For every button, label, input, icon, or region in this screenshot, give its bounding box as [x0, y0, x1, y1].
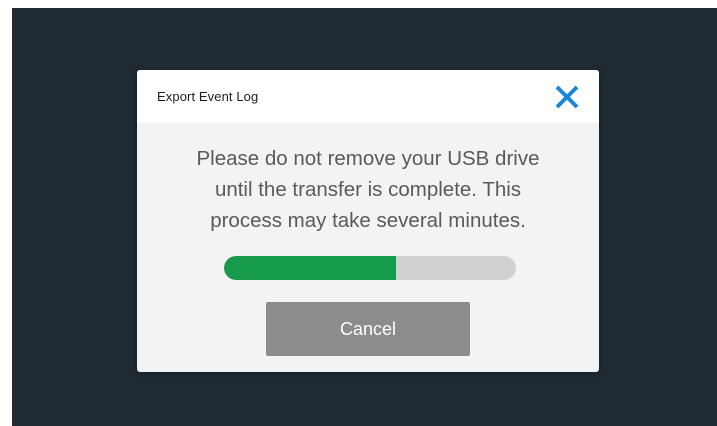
progress-bar	[224, 256, 516, 280]
cancel-button[interactable]: Cancel	[266, 302, 470, 356]
export-event-log-dialog: Export Event Log Please do not remove yo…	[137, 70, 599, 372]
message-line-2: until the transfer is complete. This	[214, 178, 522, 201]
dialog-message: Please do not remove your USB drive unti…	[147, 143, 589, 236]
close-button[interactable]	[551, 81, 583, 113]
message-line-1: Please do not remove your USB drive	[196, 147, 540, 170]
screen-background: Export Event Log Please do not remove yo…	[12, 8, 717, 426]
message-line-3: process may take several minutes.	[210, 209, 526, 232]
dialog-header: Export Event Log	[137, 70, 599, 123]
close-icon	[555, 85, 579, 109]
dialog-title: Export Event Log	[157, 89, 259, 104]
progress-bar-fill	[224, 256, 397, 280]
